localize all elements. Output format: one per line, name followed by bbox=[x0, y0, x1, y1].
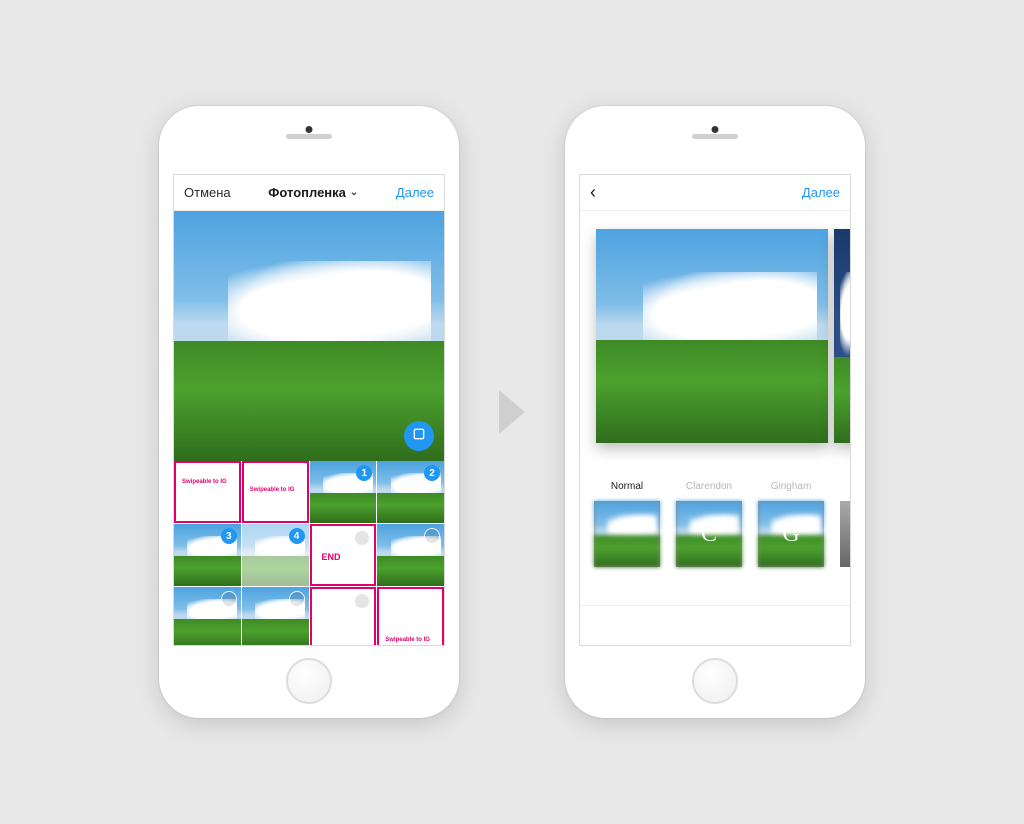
cancel-button[interactable]: Отмена bbox=[184, 185, 231, 200]
phone-left: Отмена Фотопленка ⌄ Далее Swipeable to I… bbox=[159, 106, 459, 718]
grid-thumb[interactable]: 1 bbox=[310, 461, 377, 523]
grid-thumb[interactable]: 4 bbox=[242, 524, 309, 586]
filter-strip[interactable]: Normal Clarendon C Gingham G M bbox=[580, 461, 850, 577]
photo-preview[interactable] bbox=[174, 211, 444, 461]
screen-right: ‹ Далее Normal Clarendon C bbox=[579, 174, 851, 646]
selection-badge: 2 bbox=[424, 465, 440, 481]
slide-image bbox=[834, 229, 851, 443]
filter-more[interactable]: M bbox=[840, 481, 850, 567]
filter-letter: C bbox=[676, 501, 742, 567]
album-title: Фотопленка bbox=[268, 185, 346, 200]
slide-image bbox=[596, 229, 828, 443]
nav-bar: Отмена Фотопленка ⌄ Далее bbox=[174, 175, 444, 211]
selection-badge-empty bbox=[424, 528, 440, 544]
selection-badge-empty bbox=[221, 591, 237, 607]
filter-label: Normal bbox=[594, 481, 660, 493]
thumb-caption: Swipeable to IG bbox=[182, 479, 227, 485]
filter-label: Clarendon bbox=[676, 481, 742, 493]
nav-bar: ‹ Далее bbox=[580, 175, 850, 211]
grid-thumb[interactable] bbox=[377, 524, 444, 586]
selection-badge: 4 bbox=[289, 528, 305, 544]
filter-gingham[interactable]: Gingham G bbox=[758, 481, 824, 567]
photo-grid: Swipeable to IG Swipeable to IG 1 2 3 bbox=[174, 461, 444, 645]
filter-normal[interactable]: Normal bbox=[594, 481, 660, 567]
home-button bbox=[286, 658, 332, 704]
home-button bbox=[692, 658, 738, 704]
grid-thumb[interactable]: Swipeable to IG bbox=[377, 587, 444, 645]
filter-letter: G bbox=[758, 501, 824, 567]
carousel-preview[interactable] bbox=[580, 211, 850, 461]
screen-left: Отмена Фотопленка ⌄ Далее Swipeable to I… bbox=[173, 174, 445, 646]
thumb-caption: Swipeable to IG bbox=[250, 487, 295, 493]
carousel-slide[interactable] bbox=[596, 229, 828, 443]
grid-thumb[interactable]: 2 bbox=[377, 461, 444, 523]
grid-thumb[interactable]: END bbox=[310, 524, 377, 586]
arrow-right-icon bbox=[499, 390, 525, 434]
thumb-caption: END bbox=[322, 552, 341, 562]
device-camera bbox=[712, 126, 719, 133]
album-picker[interactable]: Фотопленка ⌄ bbox=[268, 185, 358, 200]
crop-button[interactable] bbox=[404, 421, 434, 451]
back-button[interactable]: ‹ bbox=[590, 182, 596, 203]
selection-badge-empty bbox=[289, 591, 305, 607]
phone-right: ‹ Далее Normal Clarendon C bbox=[565, 106, 865, 718]
selection-badge-empty bbox=[354, 593, 370, 609]
grid-thumb[interactable] bbox=[174, 587, 241, 645]
preview-image bbox=[174, 211, 444, 461]
grid-thumb[interactable]: Swipeable to IG bbox=[242, 461, 309, 523]
grid-thumb[interactable] bbox=[242, 587, 309, 645]
filter-clarendon[interactable]: Clarendon C bbox=[676, 481, 742, 567]
grid-thumb[interactable] bbox=[310, 587, 377, 645]
tool-tabs bbox=[580, 605, 850, 645]
chevron-left-icon: ‹ bbox=[590, 182, 596, 202]
selection-badge-empty bbox=[354, 530, 370, 546]
next-button[interactable]: Далее bbox=[802, 185, 840, 200]
grid-thumb[interactable]: 3 bbox=[174, 524, 241, 586]
selection-badge: 3 bbox=[221, 528, 237, 544]
filter-label bbox=[840, 481, 850, 493]
carousel-slide-next[interactable] bbox=[834, 229, 851, 443]
grid-thumb[interactable]: Swipeable to IG bbox=[174, 461, 241, 523]
chevron-down-icon: ⌄ bbox=[350, 187, 358, 198]
device-camera bbox=[306, 126, 313, 133]
expand-icon bbox=[411, 426, 427, 447]
filter-letter: M bbox=[840, 501, 850, 567]
thumb-caption: Swipeable to IG bbox=[385, 637, 430, 643]
filter-swatch bbox=[594, 501, 660, 567]
filter-label: Gingham bbox=[758, 481, 824, 493]
next-button[interactable]: Далее bbox=[396, 185, 434, 200]
